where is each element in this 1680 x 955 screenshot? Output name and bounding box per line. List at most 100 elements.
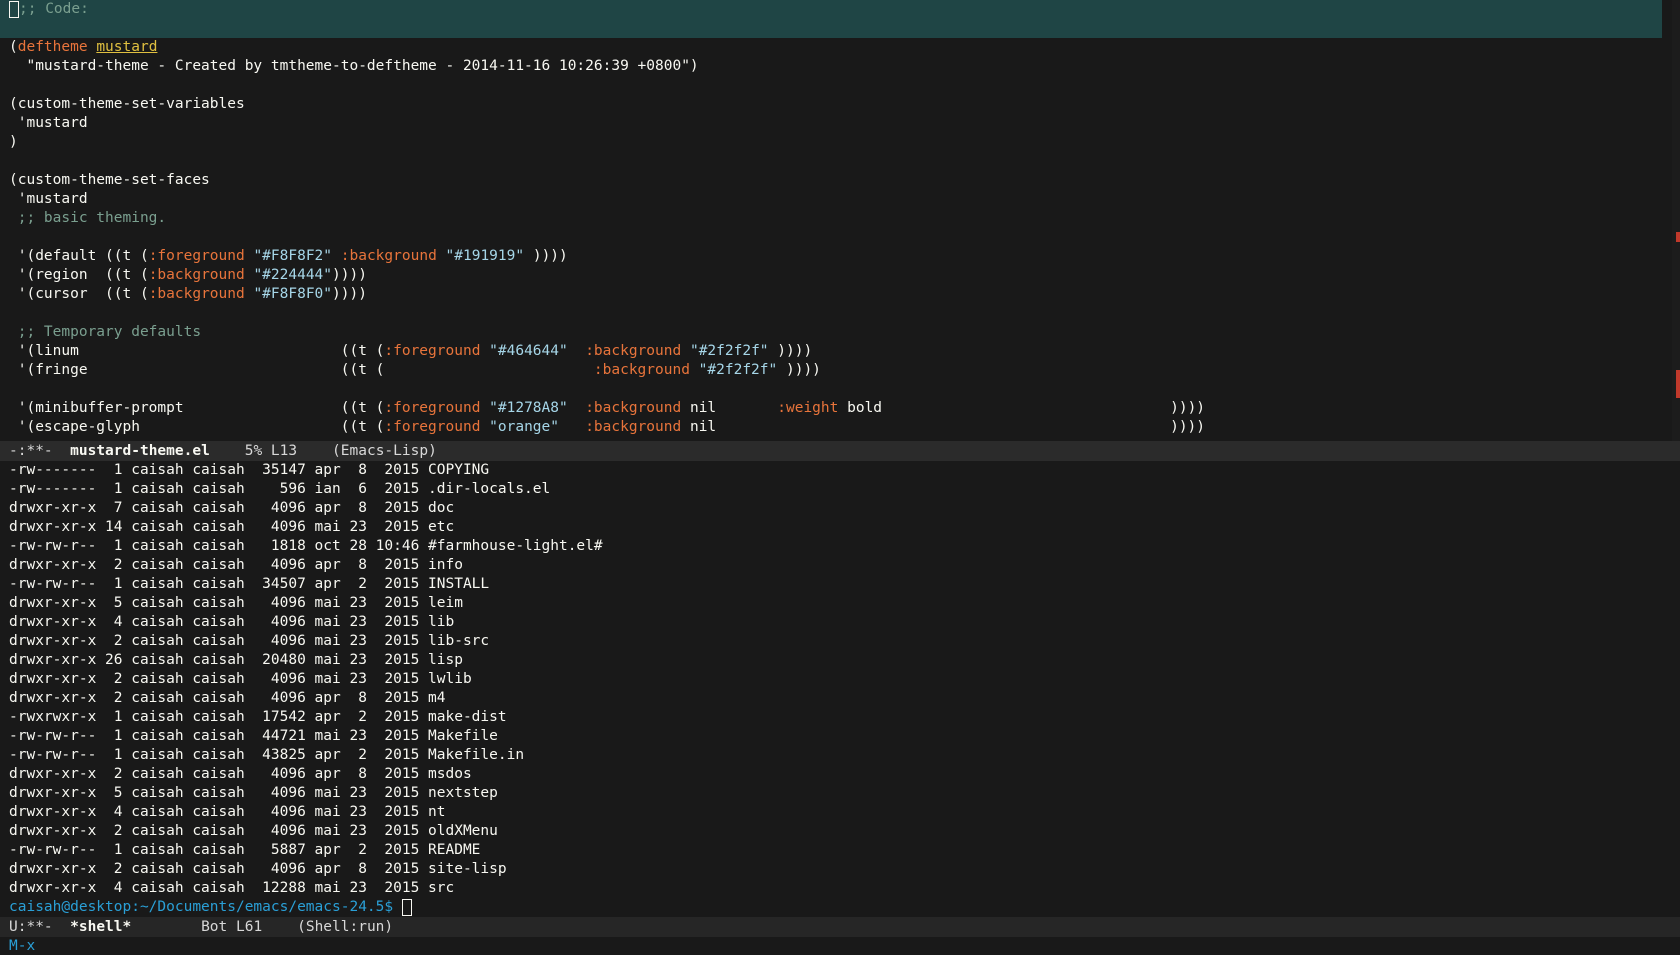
code-line[interactable]: 'mustard: [0, 190, 1662, 209]
shell-prompt-line[interactable]: caisah@desktop:~/Documents/emacs/emacs-2…: [0, 898, 1680, 917]
file-listing-row: drwxr-xr-x 5 caisah caisah 4096 mai 23 2…: [9, 785, 498, 801]
code-token: (: [9, 39, 18, 55]
code-token: :foreground: [148, 248, 245, 264]
code-line[interactable]: [0, 76, 1662, 95]
code-token: :foreground: [384, 419, 481, 435]
file-listing-row: drwxr-xr-x 4 caisah caisah 4096 mai 23 2…: [9, 804, 446, 820]
code-line[interactable]: 'mustard: [0, 114, 1662, 133]
code-line[interactable]: "mustard-theme - Created by tmtheme-to-d…: [0, 57, 1662, 76]
code-line[interactable]: ;; Temporary defaults: [0, 323, 1662, 342]
code-token: :background: [148, 267, 245, 283]
code-line[interactable]: (deftheme mustard: [0, 38, 1662, 57]
modeline-buffer-name[interactable]: *shell*: [70, 919, 131, 935]
code-token: )))): [777, 362, 821, 378]
code-line[interactable]: ): [0, 133, 1662, 152]
code-lines[interactable]: (deftheme mustard "mustard-theme - Creat…: [0, 38, 1662, 437]
code-token: :background: [340, 248, 437, 264]
file-listing-row: -rw-rw-r-- 1 caisah caisah 1818 oct 28 1…: [9, 538, 603, 554]
code-editor-pane[interactable]: ;; Code: (deftheme mustard "mustard-them…: [0, 0, 1662, 441]
code-line[interactable]: '(region ((t (:background "#224444")))): [0, 266, 1662, 285]
code-token: "#191919": [445, 248, 525, 264]
file-listing-row: drwxr-xr-x 26 caisah caisah 20480 mai 23…: [9, 652, 463, 668]
shell-prompt: caisah@desktop:~/Documents/emacs/emacs-2…: [9, 899, 394, 915]
code-token: "#2f2f2f": [689, 343, 769, 359]
code-token: ): [9, 134, 18, 150]
code-line[interactable]: '(fringe ((t ( :background "#2f2f2f" )))…: [0, 361, 1662, 380]
code-header-line[interactable]: ;; Code:: [0, 0, 1662, 19]
code-token: :background: [148, 286, 245, 302]
file-listing-row: drwxr-xr-x 2 caisah caisah 4096 apr 8 20…: [9, 557, 463, 573]
file-listing-row: drwxr-xr-x 2 caisah caisah 4096 mai 23 2…: [9, 633, 490, 649]
minibuffer[interactable]: M-x: [0, 937, 1680, 955]
code-line[interactable]: [0, 152, 1662, 171]
code-line[interactable]: [0, 380, 1662, 399]
modeline-mode[interactable]: (Shell:run): [297, 919, 393, 935]
file-listing-row: drwxr-xr-x 2 caisah caisah 4096 apr 8 20…: [9, 766, 472, 782]
code-token: '(region ((t (: [9, 267, 149, 283]
code-line[interactable]: [0, 304, 1662, 323]
file-listing-row: drwxr-xr-x 14 caisah caisah 4096 mai 23 …: [9, 519, 455, 535]
shell-cursor: [401, 898, 412, 916]
shell-pane[interactable]: -rw------- 1 caisah caisah 35147 apr 8 2…: [0, 461, 1680, 917]
code-token: :background: [593, 362, 690, 378]
code-token: :background: [585, 343, 682, 359]
code-line[interactable]: ;; basic theming.: [0, 209, 1662, 228]
modeline-bottom[interactable]: U:**- *shell* Bot L61 (Shell:run): [0, 917, 1680, 937]
scrollbar-mark: [1676, 232, 1680, 242]
cursor: [9, 0, 19, 18]
file-listing-row: -rw-rw-r-- 1 caisah caisah 34507 apr 2 2…: [9, 576, 490, 592]
modeline-position: 5% L13: [244, 443, 298, 459]
code-token: :foreground: [384, 343, 481, 359]
code-token: '(escape-glyph ((t (: [9, 419, 385, 435]
code-token: :background: [585, 419, 682, 435]
code-token: '(cursor ((t (: [9, 286, 149, 302]
code-line[interactable]: [0, 228, 1662, 247]
code-token: "#1278A8": [489, 400, 568, 416]
modeline-status: -:**-: [9, 443, 53, 459]
code-token: '(linum ((t (: [9, 343, 385, 359]
code-token: :weight: [777, 400, 839, 416]
code-token: "#2f2f2f": [698, 362, 778, 378]
file-listing-row: drwxr-xr-x 4 caisah caisah 12288 mai 23 …: [9, 880, 455, 896]
file-listing-row: -rw------- 1 caisah caisah 35147 apr 8 2…: [9, 462, 490, 478]
file-listing-row: drwxr-xr-x 2 caisah caisah 4096 apr 8 20…: [9, 861, 507, 877]
code-token: ;; basic theming.: [9, 210, 167, 226]
code-token: "#F8F8F0": [253, 286, 333, 302]
code-line[interactable]: '(linum ((t (:foreground "#464644" :back…: [0, 342, 1662, 361]
current-line-highlight: ;; Code:: [0, 0, 1662, 38]
code-token: )))): [332, 267, 367, 283]
file-listing-row: -rw-rw-r-- 1 caisah caisah 43825 apr 2 2…: [9, 747, 525, 763]
file-listing-row: drwxr-xr-x 5 caisah caisah 4096 mai 23 2…: [9, 595, 463, 611]
code-header-comment: ;; Code:: [19, 1, 89, 17]
code-line[interactable]: (custom-theme-set-variables: [0, 95, 1662, 114]
file-listing-row: -rwxrwxr-x 1 caisah caisah 17542 apr 2 2…: [9, 709, 507, 725]
code-line[interactable]: '(cursor ((t (:background "#F8F8F0")))): [0, 285, 1662, 304]
file-listing-row: drwxr-xr-x 2 caisah caisah 4096 apr 8 20…: [9, 690, 446, 706]
code-line[interactable]: '(escape-glyph ((t (:foreground "orange"…: [0, 418, 1662, 437]
code-token: '(minibuffer-prompt ((t (: [9, 400, 385, 416]
code-token: deftheme: [17, 39, 88, 55]
code-token: :foreground: [384, 400, 481, 416]
code-line[interactable]: '(minibuffer-prompt ((t (:foreground "#1…: [0, 399, 1662, 418]
modeline-top[interactable]: -:**- mustard-theme.el 5% L13 (Emacs-Lis…: [0, 441, 1680, 461]
modeline-status: U:**-: [9, 919, 53, 935]
code-token: "#224444": [253, 267, 333, 283]
code-line[interactable]: '(default ((t (:foreground "#F8F8F2" :ba…: [0, 247, 1662, 266]
file-listing-row: drwxr-xr-x 4 caisah caisah 4096 mai 23 2…: [9, 614, 455, 630]
modeline-buffer-name[interactable]: mustard-theme.el: [70, 443, 210, 459]
file-listing-row: -rw-rw-r-- 1 caisah caisah 5887 apr 2 20…: [9, 842, 481, 858]
code-token: '(default ((t (: [9, 248, 149, 264]
code-token: )))): [332, 286, 367, 302]
file-listing: -rw------- 1 caisah caisah 35147 apr 8 2…: [0, 461, 1680, 898]
file-listing-row: -rw-rw-r-- 1 caisah caisah 44721 mai 23 …: [9, 728, 498, 744]
minibuffer-text: M-x: [9, 938, 36, 954]
code-line[interactable]: (custom-theme-set-faces: [0, 171, 1662, 190]
code-token: (custom-theme-set-variables: [9, 96, 245, 112]
modeline-mode[interactable]: (Emacs-Lisp): [332, 443, 437, 459]
